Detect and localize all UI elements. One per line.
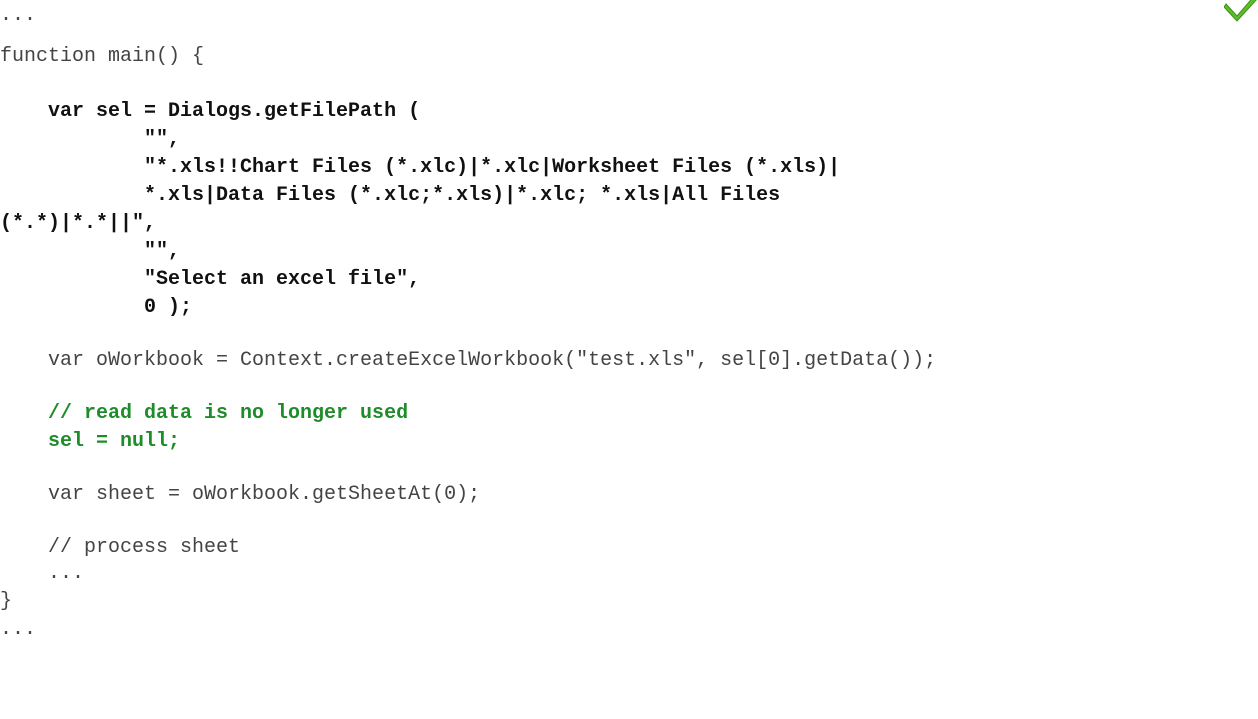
code-line-getfilepath: var sel = Dialogs.getFilePath (	[0, 100, 421, 123]
code-line-filter-3: (*.*)|*.*||",	[0, 212, 157, 235]
code-line-comment-read-data: // read data is no longer used	[0, 402, 409, 425]
code-line-ellipsis-top: ...	[0, 4, 37, 27]
code-line-create-workbook: var oWorkbook = Context.createExcelWorkb…	[0, 349, 937, 372]
code-line-ellipsis-inner: ...	[0, 562, 85, 585]
check-icon	[1224, 0, 1257, 22]
code-line-comment-process: // process sheet	[0, 536, 241, 559]
code-line-arg-title: "Select an excel file",	[0, 268, 421, 291]
code-line-sel-null: sel = null;	[0, 430, 181, 453]
code-line-get-sheet: var sheet = oWorkbook.getSheetAt(0);	[0, 483, 481, 506]
code-line-filter-2: *.xls|Data Files (*.xlc;*.xls)|*.xlc; *.…	[0, 184, 781, 207]
code-line-ellipsis-bottom: ...	[0, 618, 37, 641]
code-line-filter-1: "*.xls!!Chart Files (*.xlc)|*.xlc|Worksh…	[0, 156, 841, 179]
code-line-arg-empty-1: "",	[0, 128, 181, 151]
code-line-closing-brace: }	[0, 590, 13, 613]
code-line-function-main: function main() {	[0, 45, 205, 68]
code-line-arg-zero: 0 );	[0, 296, 193, 319]
code-line-arg-empty-2: "",	[0, 240, 181, 263]
